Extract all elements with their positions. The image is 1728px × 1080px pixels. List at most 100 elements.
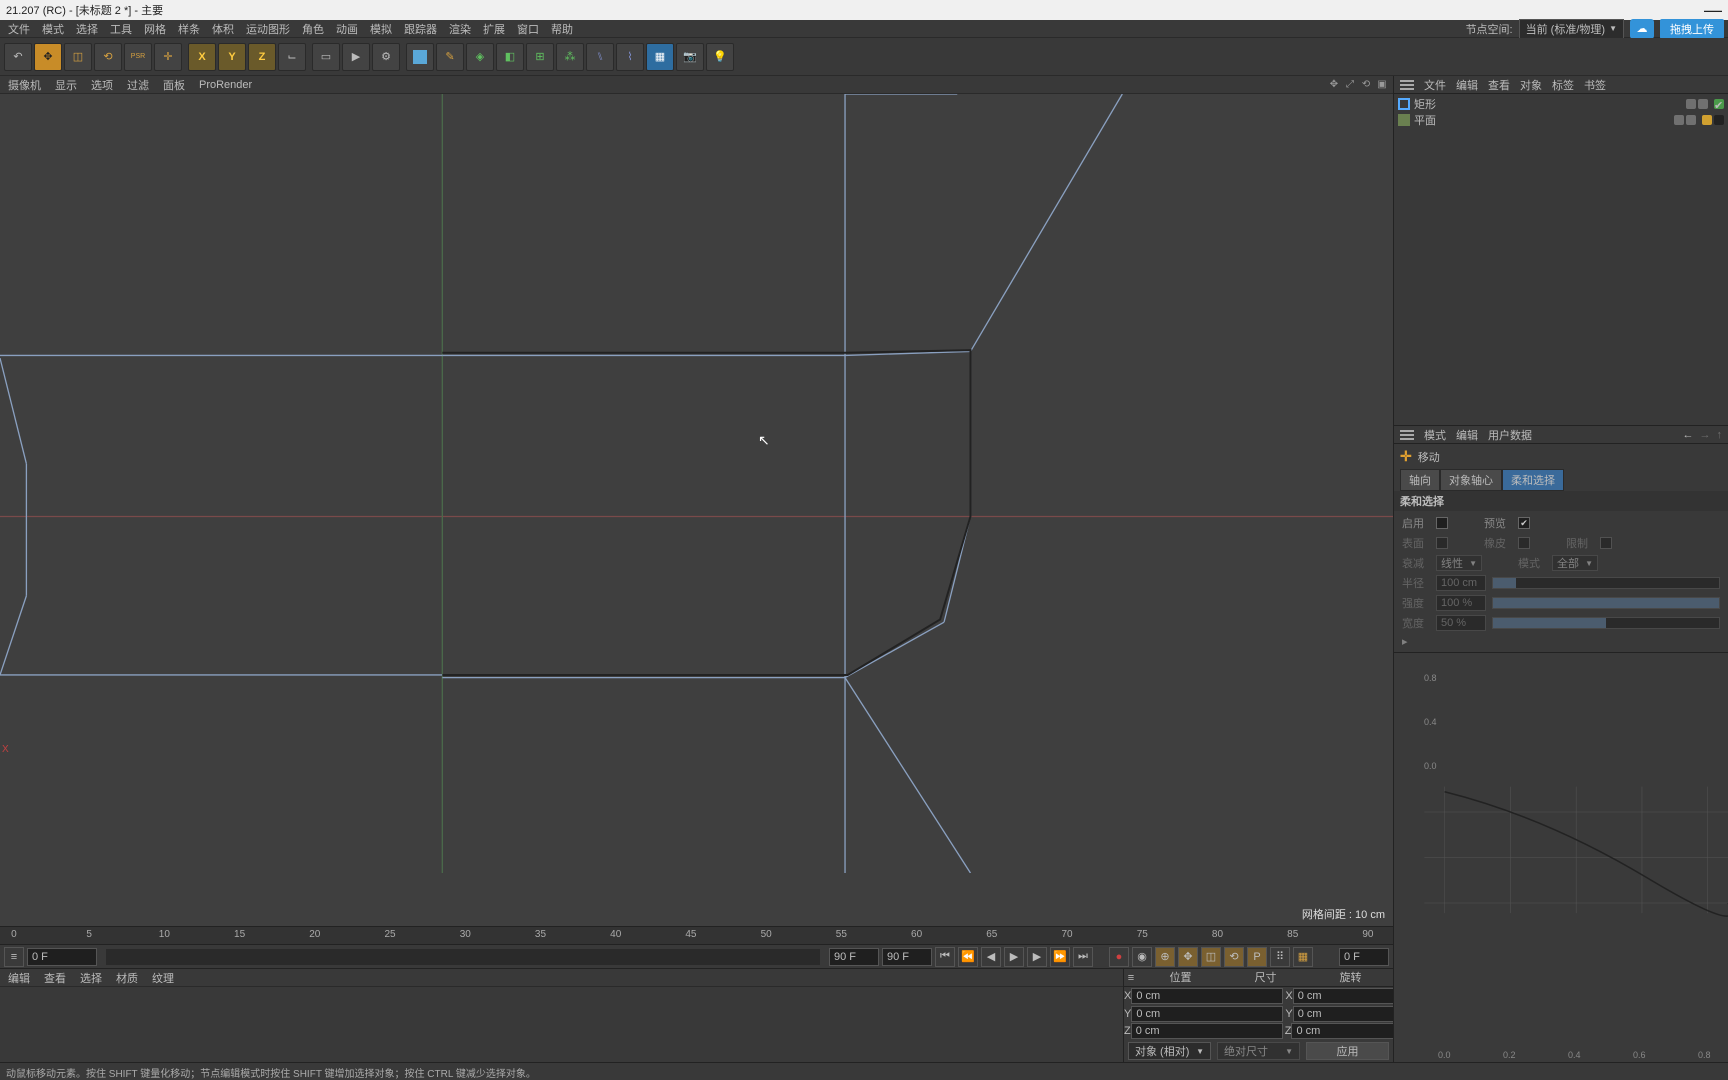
- key-scale-button[interactable]: ✥: [1178, 947, 1198, 967]
- pen-tool[interactable]: ✎: [436, 43, 464, 71]
- upload-button[interactable]: 拖拽上传: [1660, 19, 1724, 39]
- am-menu-userdata[interactable]: 用户数据: [1488, 427, 1532, 443]
- menu-mograph[interactable]: 运动图形: [246, 21, 290, 37]
- mode-dropdown[interactable]: 全部▼: [1552, 555, 1598, 571]
- vp-menu-camera[interactable]: 摄像机: [8, 77, 41, 93]
- play-button[interactable]: ▶: [1004, 947, 1024, 967]
- menu-tools[interactable]: 工具: [110, 21, 132, 37]
- menu-spline[interactable]: 样条: [178, 21, 200, 37]
- mat-menu-texture[interactable]: 纹理: [152, 970, 174, 986]
- width-slider[interactable]: [1492, 617, 1720, 629]
- undo-button[interactable]: ↶: [4, 43, 32, 71]
- om-menu-object[interactable]: 对象: [1520, 77, 1542, 93]
- nav-fwd[interactable]: →: [1700, 429, 1711, 441]
- cloner-button[interactable]: ⊞: [526, 43, 554, 71]
- enable-checkbox[interactable]: [1436, 517, 1448, 529]
- am-menu-edit[interactable]: 编辑: [1456, 427, 1478, 443]
- subdiv-button[interactable]: ◈: [466, 43, 494, 71]
- frame-max-input[interactable]: [882, 948, 932, 966]
- om-menu-bookmarks[interactable]: 书签: [1584, 77, 1606, 93]
- width-input[interactable]: [1436, 615, 1486, 631]
- vp-nav-move[interactable]: ✥: [1327, 78, 1341, 92]
- goto-end-button[interactable]: ⏭: [1073, 947, 1093, 967]
- timeline-scrubber[interactable]: [106, 949, 820, 965]
- pos-z-input[interactable]: [1131, 1023, 1283, 1039]
- rubber-checkbox[interactable]: [1518, 537, 1530, 549]
- mat-menu-select[interactable]: 选择: [80, 970, 102, 986]
- vis-toggle[interactable]: ✔: [1714, 99, 1724, 109]
- deformer-button[interactable]: ⌇: [616, 43, 644, 71]
- cloud-button[interactable]: ☁: [1630, 19, 1654, 39]
- next-key-button[interactable]: ⏩: [1050, 947, 1070, 967]
- limit-checkbox[interactable]: [1600, 537, 1612, 549]
- goto-start-button[interactable]: ⏮: [935, 947, 955, 967]
- current-frame-input[interactable]: [1339, 948, 1389, 966]
- om-menu-file[interactable]: 文件: [1424, 77, 1446, 93]
- scale-tool[interactable]: ◫: [64, 43, 92, 71]
- menu-file[interactable]: 文件: [8, 21, 30, 37]
- menu-help[interactable]: 帮助: [551, 21, 573, 37]
- axis-y-toggle[interactable]: Y: [218, 43, 246, 71]
- tag-icon[interactable]: [1702, 115, 1712, 125]
- cube-primitive[interactable]: [406, 43, 434, 71]
- menu-render[interactable]: 渲染: [449, 21, 471, 37]
- strength-slider[interactable]: [1492, 597, 1720, 609]
- frame-start-input[interactable]: [27, 948, 97, 966]
- axis-x-toggle[interactable]: X: [188, 43, 216, 71]
- menu-tracker[interactable]: 跟踪器: [404, 21, 437, 37]
- key-pos-button[interactable]: ⊕: [1155, 947, 1175, 967]
- next-frame-button[interactable]: ▶: [1027, 947, 1047, 967]
- vp-menu-prorender[interactable]: ProRender: [199, 79, 252, 91]
- psr-tool[interactable]: PSR: [124, 43, 152, 71]
- object-row-rect[interactable]: 矩形 ✔: [1398, 96, 1724, 112]
- menu-window[interactable]: 窗口: [517, 21, 539, 37]
- falloff-curve[interactable]: 0.8 0.4 0.0 0.0 0.2 0.4 0.6 0.8: [1394, 652, 1728, 1062]
- nodespace-dropdown[interactable]: 当前 (标准/物理)▼: [1519, 19, 1624, 39]
- render-pv-button[interactable]: ▶: [342, 43, 370, 71]
- prev-key-button[interactable]: ⏪: [958, 947, 978, 967]
- field-button[interactable]: ⑊: [586, 43, 614, 71]
- mat-menu-material[interactable]: 材质: [116, 970, 138, 986]
- mat-menu-edit[interactable]: 编辑: [8, 970, 30, 986]
- camera-button[interactable]: 📷: [676, 43, 704, 71]
- menu-simulate[interactable]: 模拟: [370, 21, 392, 37]
- key-param-button[interactable]: ⟲: [1224, 947, 1244, 967]
- menu-character[interactable]: 角色: [302, 21, 324, 37]
- tab-objaxis[interactable]: 对象轴心: [1440, 469, 1502, 491]
- frame-end-input[interactable]: [829, 948, 879, 966]
- key-pla-button[interactable]: P: [1247, 947, 1267, 967]
- expand-icon[interactable]: ▸: [1402, 635, 1408, 648]
- om-menu-tags[interactable]: 标签: [1552, 77, 1574, 93]
- film-button[interactable]: ▦: [1293, 947, 1313, 967]
- am-burger[interactable]: [1400, 430, 1414, 440]
- timeline-ruler[interactable]: 0 5 10 15 20 25 30 35 40 45 50 55 60 65 …: [0, 926, 1393, 944]
- om-menu-view[interactable]: 查看: [1488, 77, 1510, 93]
- autokey-button[interactable]: ◉: [1132, 947, 1152, 967]
- vp-menu-options[interactable]: 选项: [91, 77, 113, 93]
- vp-nav-rotate[interactable]: ⟲: [1359, 78, 1373, 92]
- tab-softsel[interactable]: 柔和选择: [1502, 469, 1564, 491]
- array-button[interactable]: ⁂: [556, 43, 584, 71]
- menu-select[interactable]: 选择: [76, 21, 98, 37]
- render-view-button[interactable]: ▭: [312, 43, 340, 71]
- vp-menu-filter[interactable]: 过滤: [127, 77, 149, 93]
- surface-checkbox[interactable]: [1436, 537, 1448, 549]
- radius-input[interactable]: [1436, 575, 1486, 591]
- tl-expand[interactable]: ≡: [4, 947, 24, 967]
- preview-checkbox[interactable]: [1518, 517, 1530, 529]
- prev-frame-button[interactable]: ◀: [981, 947, 1001, 967]
- key-opts-button[interactable]: ⠿: [1270, 947, 1290, 967]
- vp-nav-zoom[interactable]: ⤢: [1343, 78, 1357, 92]
- nav-up[interactable]: ↑: [1717, 429, 1723, 441]
- viewport[interactable]: ↖ X 网格间距 : 10 cm: [0, 94, 1393, 926]
- tab-axis[interactable]: 轴向: [1400, 469, 1440, 491]
- menu-mesh[interactable]: 网格: [144, 21, 166, 37]
- last-tool[interactable]: ✛: [154, 43, 182, 71]
- strength-input[interactable]: [1436, 595, 1486, 611]
- coord-mode-dropdown[interactable]: 对象 (相对)▼: [1128, 1042, 1211, 1060]
- om-menu-edit[interactable]: 编辑: [1456, 77, 1478, 93]
- mat-menu-view[interactable]: 查看: [44, 970, 66, 986]
- key-rot-button[interactable]: ◫: [1201, 947, 1221, 967]
- menu-volume[interactable]: 体积: [212, 21, 234, 37]
- rotate-tool[interactable]: ⟲: [94, 43, 122, 71]
